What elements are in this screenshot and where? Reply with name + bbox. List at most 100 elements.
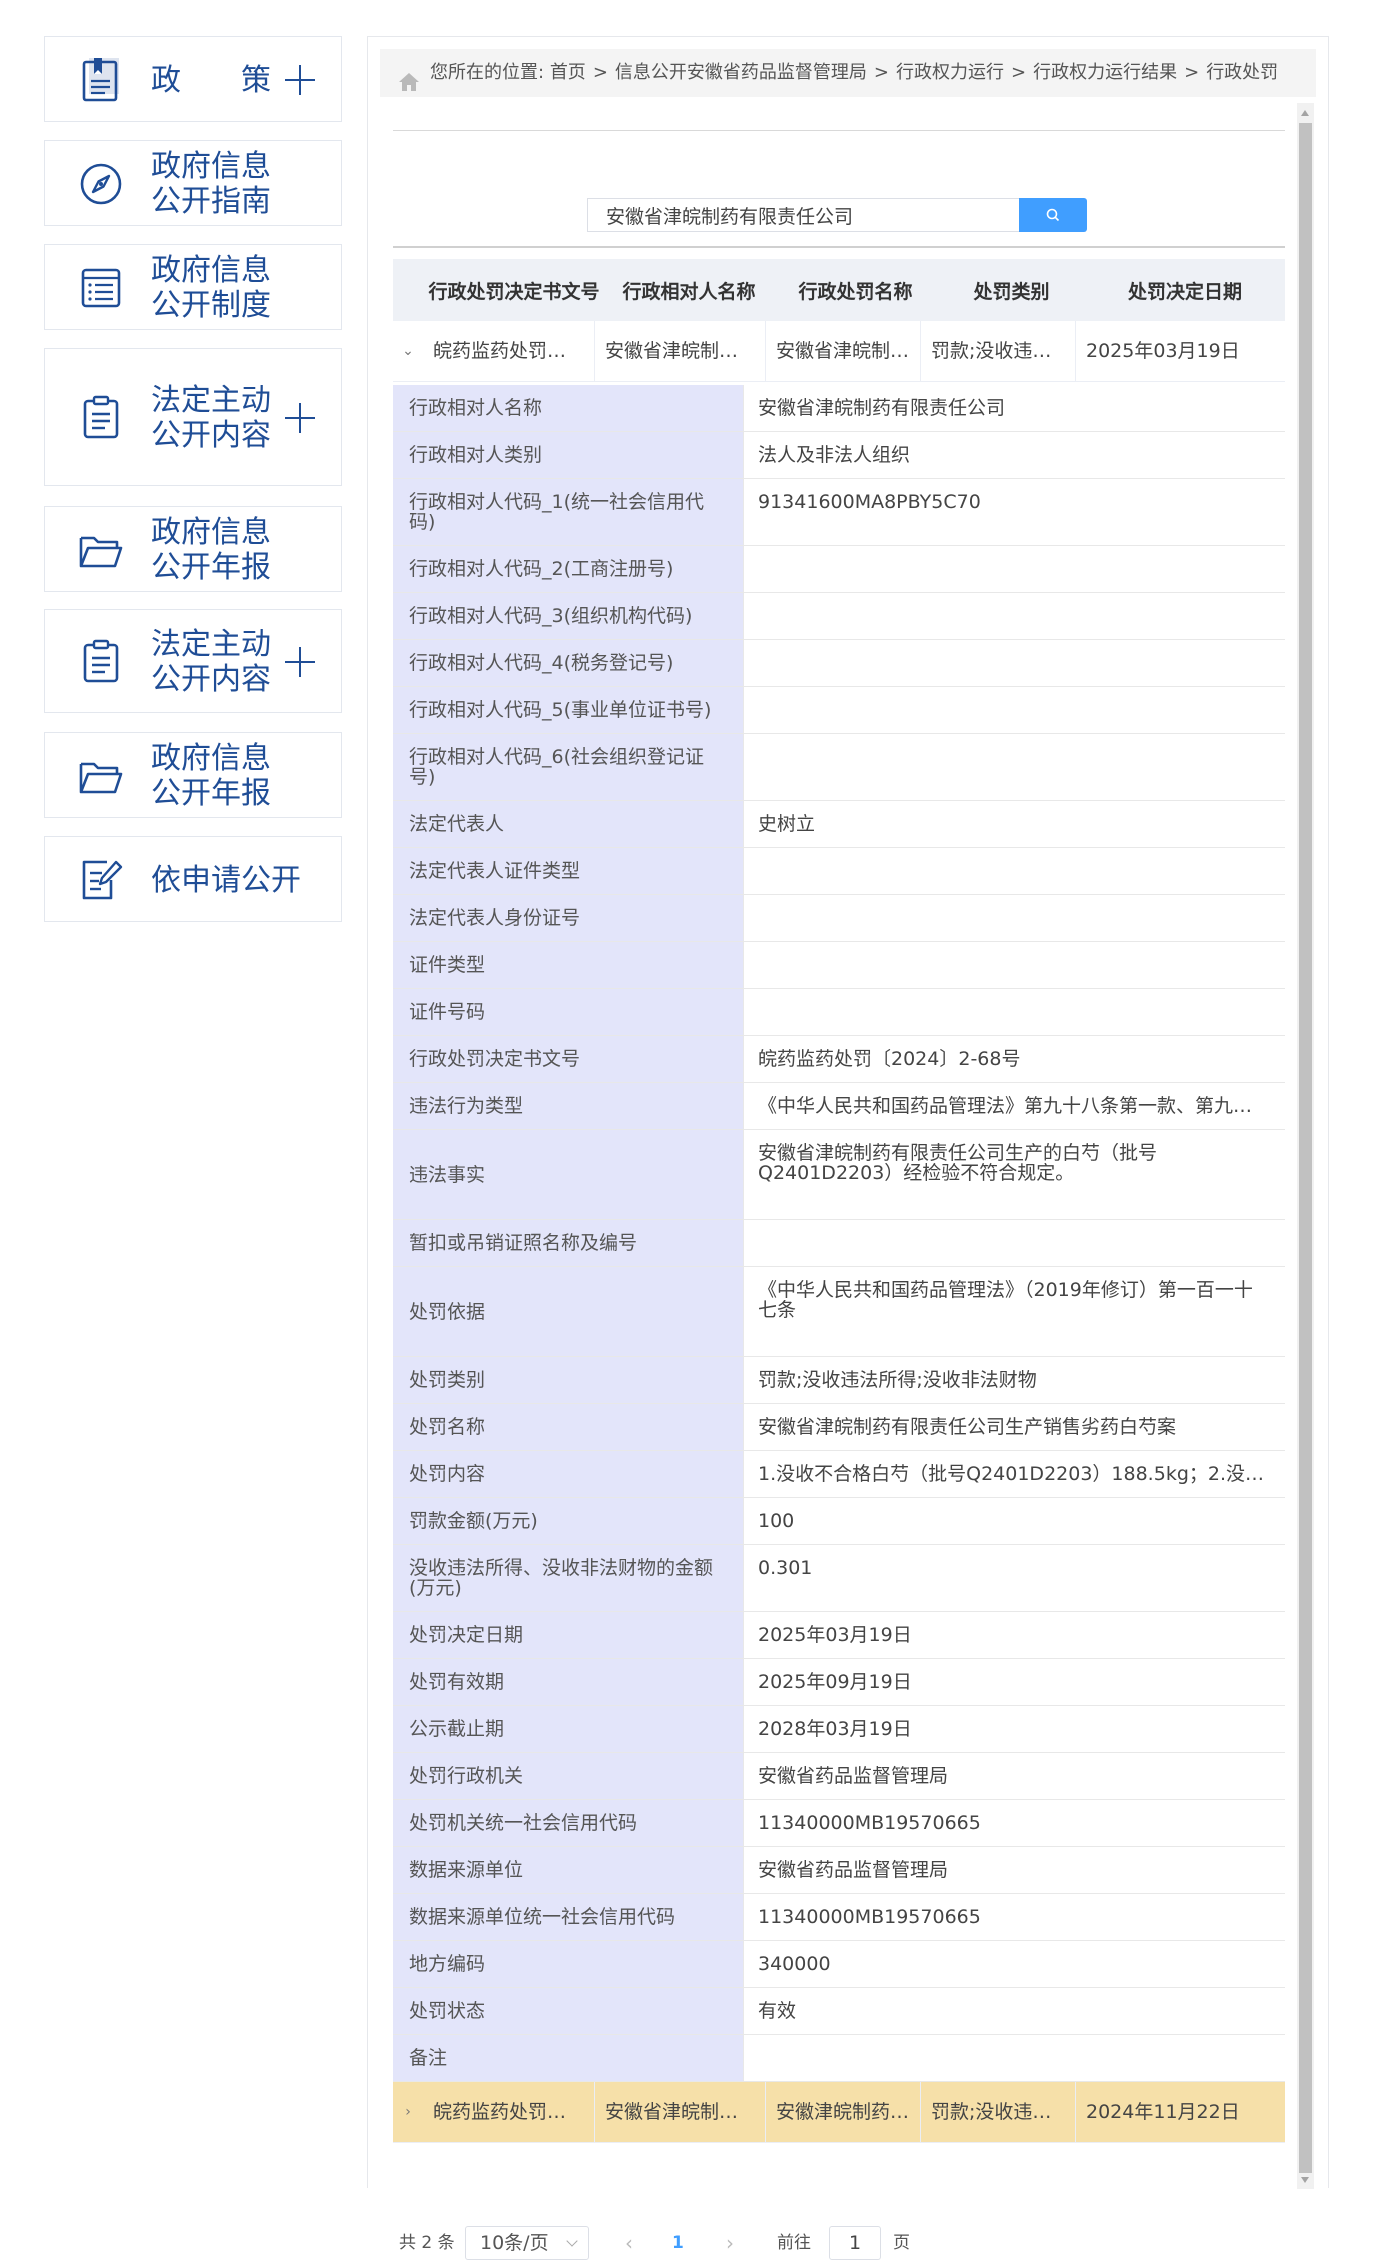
- detail-value: 有效: [743, 1988, 1285, 2034]
- detail-row: 处罚内容 1.没收不合格白芍（批号Q2401D2203）188.5kg；2.没收违…: [393, 1451, 1285, 1498]
- detail-row: 暂扣或吊销证照名称及编号: [393, 1220, 1285, 1267]
- detail-key: 行政相对人代码_3(组织机构代码): [393, 593, 743, 639]
- prev-page-button[interactable]: ‹: [625, 2223, 633, 2263]
- sidebar-item-6[interactable]: 政府信息 公开年报: [44, 732, 342, 818]
- detail-row: 数据来源单位 安徽省药品监督管理局: [393, 1847, 1285, 1894]
- detail-value: [743, 640, 1285, 686]
- page-size-value: 10条/页: [480, 2232, 549, 2254]
- detail-value: [743, 848, 1285, 894]
- detail-key: 处罚名称: [393, 1404, 743, 1450]
- sidebar-item-label: 法定主动 公开内容: [151, 383, 271, 453]
- table-cell: 安徽省津皖制药有限责任公司: [594, 2082, 765, 2142]
- detail-key: 违法事实: [393, 1130, 743, 1219]
- sidebar-item-3[interactable]: 法定主动 公开内容: [44, 348, 342, 486]
- sidebar-item-label: 依申请公开: [151, 862, 301, 898]
- sidebar-item-label: 法定主动 公开内容: [151, 627, 271, 697]
- detail-value: 皖药监药处罚〔2024〕2-68号: [743, 1036, 1285, 1082]
- detail-key: 数据来源单位统一社会信用代码: [393, 1894, 743, 1940]
- detail-key: 行政相对人代码_5(事业单位证书号): [393, 687, 743, 733]
- sidebar-item-0[interactable]: 政 策: [44, 36, 342, 122]
- column-header: 行政处罚决定书文号: [428, 280, 600, 303]
- detail-row: 行政相对人代码_2(工商注册号): [393, 546, 1285, 593]
- breadcrumb-separator: >: [873, 62, 889, 83]
- chevron-right-icon[interactable]: ›: [393, 2082, 423, 2142]
- pagination-total: 共 2 条: [399, 2233, 455, 2253]
- expand-plus-icon[interactable]: [285, 647, 315, 677]
- breadcrumb-link-1[interactable]: 信息公开安徽省药品监督管理局: [615, 62, 867, 83]
- detail-key: 行政相对人代码_1(统一社会信用代码): [393, 479, 743, 545]
- detail-value: 2025年09月19日: [743, 1659, 1285, 1705]
- detail-value: 100: [743, 1498, 1285, 1544]
- page-size-select[interactable]: 10条/页: [465, 2226, 589, 2260]
- edit-doc-icon: [75, 854, 127, 906]
- table-header: 行政处罚决定书文号 行政相对人名称 行政处罚名称 处罚类别 处罚决定日期: [393, 259, 1285, 321]
- sidebar-item-1[interactable]: 政府信息 公开指南: [44, 140, 342, 226]
- column-header: 行政相对人名称: [622, 280, 756, 303]
- detail-value: [743, 687, 1285, 733]
- chevron-down-icon: [566, 2235, 578, 2247]
- expand-plus-icon[interactable]: [285, 65, 315, 95]
- page-number-1[interactable]: 1: [672, 2223, 684, 2263]
- expand-plus-icon[interactable]: [285, 403, 315, 433]
- search-button[interactable]: [1019, 198, 1087, 232]
- table-row[interactable]: › 皖药监药处罚〔2024〕2-59号安徽省津皖制药有限责任公司安徽津皖制药有限责…: [393, 2082, 1285, 2143]
- detail-key: 法定代表人证件类型: [393, 848, 743, 894]
- breadcrumb-link-3[interactable]: 行政权力运行结果: [1033, 62, 1177, 83]
- sidebar-item-label: 政府信息 公开年报: [151, 515, 271, 585]
- breadcrumb-link-0[interactable]: 首页: [550, 62, 586, 83]
- breadcrumb-link-2[interactable]: 行政权力运行: [896, 62, 1004, 83]
- sidebar-item-2[interactable]: 政府信息 公开制度: [44, 244, 342, 330]
- detail-row: 处罚决定日期 2025年03月19日: [393, 1612, 1285, 1659]
- sidebar-item-4[interactable]: 政府信息 公开年报: [44, 506, 342, 592]
- detail-row: 数据来源单位统一社会信用代码 11340000MB19570665: [393, 1894, 1285, 1941]
- column-header: 行政处罚名称: [798, 280, 913, 303]
- table-cell: 2024年11月22日: [1075, 2082, 1285, 2142]
- goto-page-input[interactable]: [829, 2226, 881, 2260]
- goto-suffix: 页: [893, 2233, 910, 2253]
- detail-key: 处罚机关统一社会信用代码: [393, 1800, 743, 1846]
- next-page-button[interactable]: ›: [726, 2223, 734, 2263]
- sidebar-item-5[interactable]: 法定主动 公开内容: [44, 609, 342, 713]
- detail-row: 行政相对人代码_1(统一社会信用代码) 91341600MA8PBY5C70: [393, 479, 1285, 546]
- detail-value: 安徽省津皖制药有限责任公司: [743, 385, 1285, 431]
- detail-key: 行政相对人代码_4(税务登记号): [393, 640, 743, 686]
- detail-row: 处罚类别 罚款;没收违法所得;没收非法财物: [393, 1357, 1285, 1404]
- detail-key: 证件号码: [393, 989, 743, 1035]
- main-panel: 您所在的位置: 首页 > 信息公开安徽省药品监督管理局 > 行政权力运行 > 行政权力运行结…: [367, 36, 1329, 2260]
- detail-value: 安徽省津皖制药有限责任公司生产销售劣药白芍案: [743, 1404, 1285, 1450]
- table-cell: 罚款;没收违法所得;没收非法财物: [920, 321, 1075, 381]
- detail-row: 处罚依据 《中华人民共和国药品管理法》（2019年修订）第一百一十七条: [393, 1267, 1285, 1357]
- detail-value: 罚款;没收违法所得;没收非法财物: [743, 1357, 1285, 1403]
- detail-key: 行政相对人代码_6(社会组织登记证号): [393, 734, 743, 800]
- detail-key: 备注: [393, 2035, 743, 2081]
- detail-row: 法定代表人身份证号: [393, 895, 1285, 942]
- scroll-down-arrow-icon[interactable]: [1301, 2177, 1309, 2183]
- detail-value: 2025年03月19日: [743, 1612, 1285, 1658]
- detail-value: 11340000MB19570665: [743, 1894, 1285, 1940]
- detail-key: 处罚类别: [393, 1357, 743, 1403]
- sidebar-item-7[interactable]: 依申请公开: [44, 836, 342, 922]
- detail-key: 处罚状态: [393, 1988, 743, 2034]
- table-row[interactable]: ⌄ 皖药监药处罚〔2024〕2-68号安徽省津皖制药有限责任公司安徽省津皖制药有限…: [393, 321, 1285, 382]
- chevron-down-icon[interactable]: ⌄: [393, 321, 423, 381]
- folder-icon: [75, 750, 127, 802]
- scrollbar[interactable]: [1297, 103, 1314, 2189]
- detail-row: 处罚机关统一社会信用代码 11340000MB19570665: [393, 1800, 1285, 1847]
- table-cell: 皖药监药处罚〔2024〕2-59号: [433, 2101, 594, 2123]
- detail-key: 行政相对人名称: [393, 385, 743, 431]
- sidebar-item-label: 政府信息 公开指南: [151, 149, 271, 219]
- breadcrumb-separator: >: [592, 62, 608, 83]
- detail-row: 法定代表人 史树立: [393, 801, 1285, 848]
- detail-value: 《中华人民共和国药品管理法》第九十八条第一款、第九十八条第三款第（七）项: [743, 1083, 1285, 1129]
- sidebar-item-label: 政府信息 公开制度: [151, 253, 271, 323]
- divider: [393, 246, 1285, 248]
- table-cell: 罚款;没收违法所得;没收非法财物: [920, 2082, 1075, 2142]
- scrollbar-thumb[interactable]: [1299, 123, 1312, 2173]
- detail-row: 公示截止期 2028年03月19日: [393, 1706, 1285, 1753]
- scroll-up-arrow-icon[interactable]: [1301, 110, 1309, 116]
- search-input[interactable]: [587, 198, 1019, 232]
- detail-value: 安徽省药品监督管理局: [743, 1753, 1285, 1799]
- column-header: 处罚决定日期: [1127, 280, 1242, 303]
- sidebar-item-label: 政府信息 公开年报: [151, 741, 271, 811]
- detail-key: 法定代表人身份证号: [393, 895, 743, 941]
